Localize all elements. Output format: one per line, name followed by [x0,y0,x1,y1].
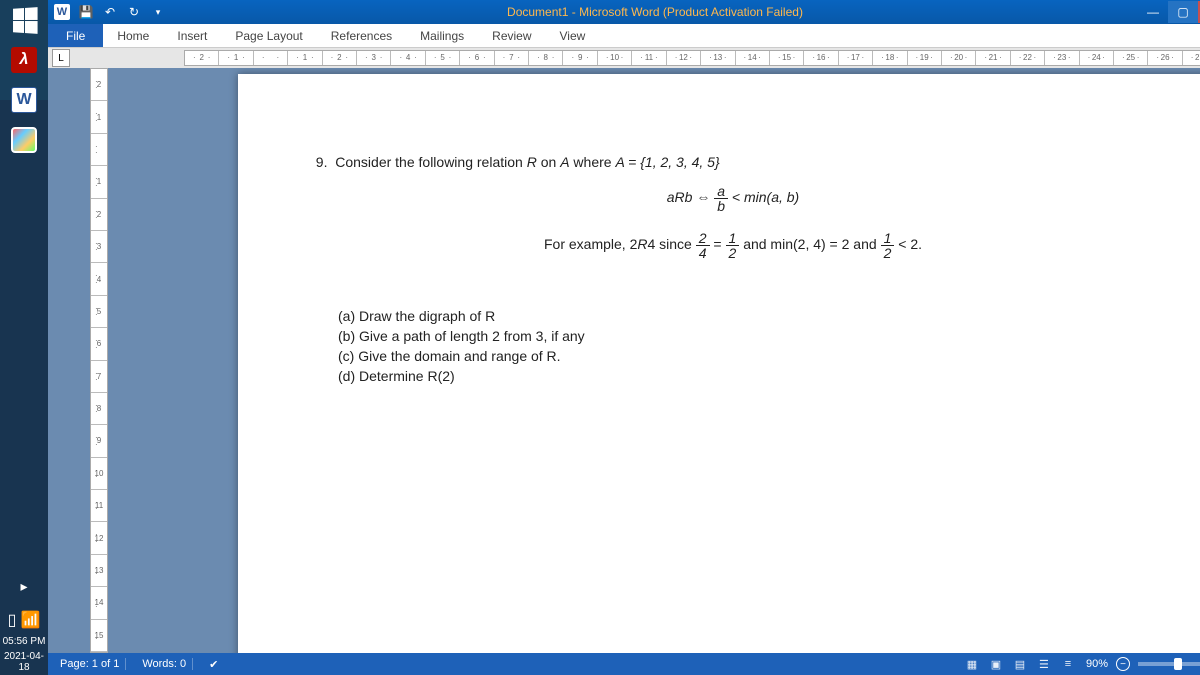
ruler-area: L 21123456789101112131415161718192021222… [48,48,1200,68]
zoom-slider[interactable] [1138,662,1200,666]
tab-view[interactable]: View [546,24,600,47]
word-count[interactable]: Words: 0 [136,658,193,670]
print-layout-icon[interactable]: ▦ [962,656,982,672]
tab-insert[interactable]: Insert [163,24,221,47]
undo-icon[interactable]: ↶ [100,3,120,21]
sub-question-a: (a) Draw the digraph of R [338,308,1158,324]
save-icon[interactable]: 💾 [76,3,96,21]
start-button[interactable] [0,0,48,40]
taskbar-overflow[interactable]: ▸ [0,566,48,606]
windows-taskbar: λ W ▸ ▯📶 05:56 PM 2021-04-18 [0,0,48,675]
file-tab[interactable]: File [48,24,103,47]
tray-signal[interactable]: ▯📶 [0,606,48,634]
acrobat-icon[interactable]: λ [0,40,48,80]
web-layout-icon[interactable]: ▤ [1010,656,1030,672]
minimize-button[interactable]: — [1138,1,1168,23]
tab-references[interactable]: References [317,24,406,47]
example-line: For example, 2R4 since 24 = 12 and min(2… [308,231,1158,260]
maximize-button[interactable]: ▢ [1168,1,1198,23]
status-bar: Page: 1 of 1 Words: 0 ✔ ▦ ▣ ▤ ☰ ≡ 90% − … [48,653,1200,675]
tab-selector[interactable]: L [52,49,70,67]
tray-date[interactable]: 2021-04-18 [0,649,48,675]
window-title: Document1 - Microsoft Word (Product Acti… [172,5,1138,19]
paint-icon[interactable] [0,120,48,160]
question-9: 9. Consider the following relation R on … [308,154,1158,170]
zoom-level[interactable]: 90% [1086,658,1108,670]
word-icon[interactable]: W [0,80,48,120]
redo-icon[interactable]: ↻ [124,3,144,21]
sub-question-c: (c) Give the domain and range of R. [338,348,1158,364]
sub-question-b: (b) Give a path of length 2 from 3, if a… [338,328,1158,344]
horizontal-ruler[interactable]: 2112345678910111213141516171819202122232… [184,50,1200,66]
tray-time[interactable]: 05:56 PM [0,634,48,649]
tab-home[interactable]: Home [103,24,163,47]
zoom-out-button[interactable]: − [1116,657,1130,671]
outline-icon[interactable]: ☰ [1034,656,1054,672]
tab-page-layout[interactable]: Page Layout [221,24,316,47]
tab-mailings[interactable]: Mailings [406,24,478,47]
page-scroll[interactable]: 9. Consider the following relation R on … [110,68,1200,653]
document-area: 21123456789101112131415 9. Consider the … [48,68,1200,653]
word-window: W 💾 ↶ ↻ ▾ Document1 - Microsoft Word (Pr… [48,0,1200,675]
quick-access-toolbar: W 💾 ↶ ↻ ▾ [48,3,172,21]
tab-review[interactable]: Review [478,24,545,47]
qat-customize-icon[interactable]: ▾ [148,3,168,21]
page-status[interactable]: Page: 1 of 1 [54,658,126,670]
qat-word-icon[interactable]: W [52,3,72,21]
title-bar: W 💾 ↶ ↻ ▾ Document1 - Microsoft Word (Pr… [48,0,1200,24]
spell-check-icon[interactable]: ✔ [203,658,224,671]
sub-question-d: (d) Determine R(2) [338,368,1158,384]
page: 9. Consider the following relation R on … [238,74,1200,653]
vertical-ruler[interactable]: 21123456789101112131415 [90,68,108,653]
draft-icon[interactable]: ≡ [1058,656,1078,672]
ribbon-tabs: File Home Insert Page Layout References … [48,24,1200,48]
full-screen-icon[interactable]: ▣ [986,656,1006,672]
relation-definition: aRb ⇔ ab < min(a, b) [308,184,1158,213]
